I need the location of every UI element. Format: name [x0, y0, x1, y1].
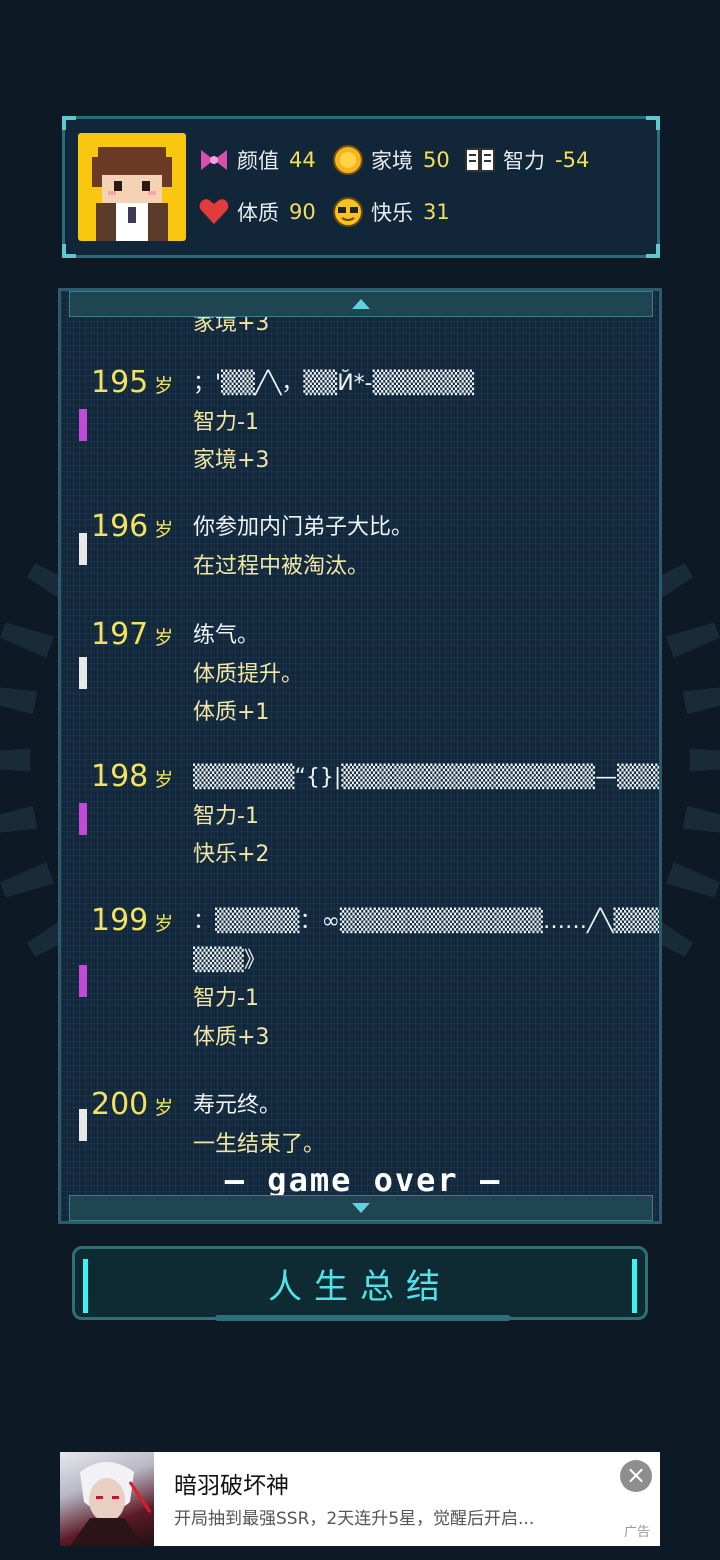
- stat-appearance: 颜值 44: [197, 143, 316, 177]
- entry-age: 199 岁: [91, 903, 174, 938]
- rarity-marker: [79, 657, 87, 689]
- ad-title: 暗羽破坏神: [174, 1473, 289, 1499]
- arrow-down-icon: [352, 1203, 370, 1213]
- rarity-marker: [79, 409, 87, 441]
- close-icon[interactable]: ×: [620, 1460, 652, 1492]
- pixel-character-icon: [92, 147, 172, 241]
- entry-age: 195 岁: [91, 365, 174, 400]
- rarity-marker: [79, 1109, 87, 1141]
- scroll-up-button[interactable]: [69, 291, 653, 317]
- entry-age: 200 岁: [91, 1087, 174, 1122]
- coin-icon: [333, 145, 363, 175]
- life-log-panel[interactable]: 家境+3 195 岁 ；'▒▒╱╲，▒▒Й*-▒▒▒▒▒▒ 智力-1 家境+3 1…: [58, 288, 662, 1224]
- stats-panel: 颜值 44 家境 50 智力 -54 体质 90 快乐 31: [62, 116, 660, 258]
- rarity-marker: [79, 533, 87, 565]
- avatar: [78, 133, 186, 241]
- entry-age: 196 岁: [91, 509, 174, 544]
- arrow-up-icon: [352, 299, 370, 309]
- ad-character-icon: [70, 1462, 152, 1546]
- ad-description: 开局抽到最强SSR，2天连升5星，觉醒后开启...: [174, 1509, 535, 1529]
- sunglasses-icon: [333, 197, 363, 227]
- stat-family: 家境 50: [331, 143, 450, 177]
- entry-age: 197 岁: [91, 617, 174, 652]
- ad-thumbnail[interactable]: [60, 1452, 154, 1546]
- entry-age: 198 岁: [91, 759, 174, 794]
- book-icon: [465, 148, 495, 172]
- life-summary-button[interactable]: 人生总结: [72, 1246, 648, 1321]
- scroll-down-button[interactable]: [69, 1195, 653, 1221]
- heart-icon: [199, 199, 229, 224]
- stat-constitution: 体质 90: [197, 195, 316, 229]
- summary-button-label: 人生总结: [268, 1266, 452, 1307]
- ad-tag: 广告: [623, 1525, 650, 1540]
- bow-icon: [201, 150, 227, 170]
- ad-banner[interactable]: 暗羽破坏神 开局抽到最强SSR，2天连升5星，觉醒后开启... × 广告: [60, 1452, 660, 1546]
- stat-intelligence: 智力 -54: [463, 143, 589, 177]
- rarity-marker: [79, 965, 87, 997]
- rarity-marker: [79, 803, 87, 835]
- stat-happiness: 快乐 31: [331, 195, 450, 229]
- game-over-text: — game over —: [224, 1161, 502, 1199]
